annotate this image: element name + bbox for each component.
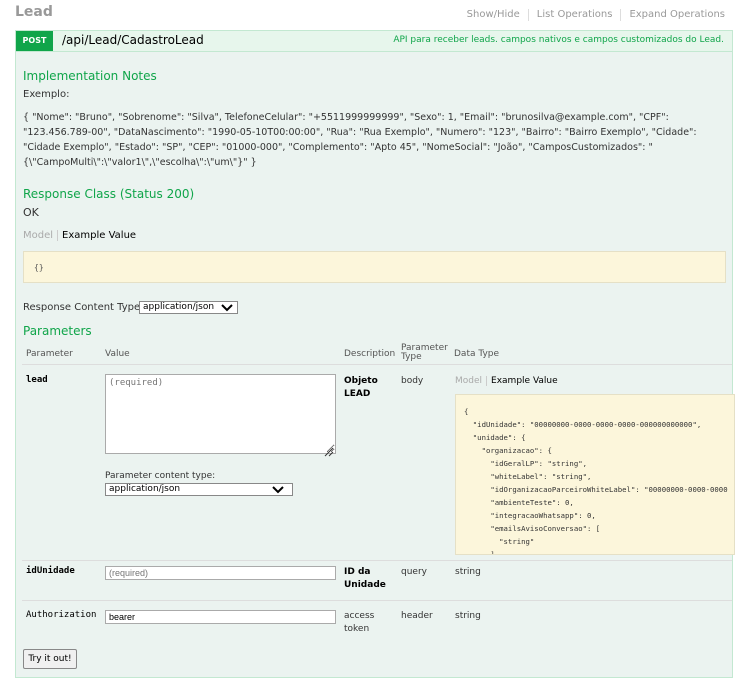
idunidade-input[interactable] <box>105 566 336 580</box>
lead-example-tab[interactable]: Example Value <box>491 376 558 386</box>
lead-param-type: body <box>401 376 424 386</box>
operation-summary[interactable]: API para receber leads. campos nativos e… <box>393 35 724 45</box>
col-data-type: Data Type <box>454 349 500 359</box>
try-it-out-button[interactable]: Try it out! <box>23 649 77 669</box>
resource-header: Lead Show/Hide List Operations Expand Op… <box>0 0 742 30</box>
response-model-tabs: Model Example Value <box>23 230 136 241</box>
response-status-text: OK <box>23 206 39 219</box>
authorization-param-type: header <box>401 611 433 621</box>
resource-links: Show/Hide List Operations Expand Operati… <box>459 9 725 21</box>
response-example-value: {} <box>34 263 44 272</box>
response-content-type-select[interactable]: application/json <box>139 301 238 314</box>
lead-body-textarea[interactable] <box>105 374 336 454</box>
param-content-type-select[interactable]: application/json <box>105 483 293 496</box>
col-value: Value <box>105 349 130 359</box>
param-content-type-label: Parameter content type: <box>105 471 216 481</box>
implementation-notes-heading: Implementation Notes <box>23 69 157 83</box>
col-description: Description <box>344 349 396 359</box>
col-parameter: Parameter <box>26 349 73 359</box>
param-name-lead: lead <box>26 375 48 385</box>
http-method-badge[interactable]: POST <box>16 31 53 51</box>
resize-grip-icon[interactable] <box>324 442 334 457</box>
row-divider <box>22 560 732 561</box>
lead-example-snippet[interactable]: { "idUnidade": "00000000-0000-0000-0000-… <box>455 394 735 555</box>
idunidade-description: ID da Unidade <box>344 567 386 590</box>
row-divider <box>22 600 732 601</box>
param-name-authorization: Authorization <box>26 610 97 620</box>
response-example-tab[interactable]: Example Value <box>62 230 136 241</box>
parameters-heading: Parameters <box>23 324 92 338</box>
table-divider <box>22 364 732 365</box>
param-name-idunidade: idUnidade <box>26 566 75 576</box>
response-class-heading: Response Class (Status 200) <box>23 187 195 201</box>
response-model-tab[interactable]: Model <box>23 230 59 241</box>
list-operations-link[interactable]: List Operations <box>529 9 622 21</box>
resource-title[interactable]: Lead <box>15 4 53 20</box>
authorization-data-type: string <box>455 611 481 621</box>
show-hide-link[interactable]: Show/Hide <box>459 9 529 21</box>
operation-heading[interactable]: POST /api/Lead/CadastroLead API para rec… <box>16 31 732 52</box>
operation-path[interactable]: /api/Lead/CadastroLead <box>62 33 204 47</box>
lead-description: Objeto LEAD <box>344 376 378 399</box>
chevron-down-icon <box>221 302 233 317</box>
lead-model-tabs: Model Example Value <box>455 376 558 386</box>
chevron-down-icon <box>272 484 284 499</box>
col-parameter-type: Parameter Type <box>401 343 448 362</box>
notes-example-json: { "Nome": "Bruno", "Sobrenome": "Silva",… <box>23 112 697 168</box>
authorization-input[interactable] <box>105 610 336 624</box>
operation-panel: POST /api/Lead/CadastroLead API para rec… <box>15 30 735 678</box>
idunidade-data-type: string <box>455 567 481 577</box>
idunidade-param-type: query <box>401 567 427 577</box>
lead-model-tab[interactable]: Model <box>455 376 488 386</box>
notes-intro: Exemplo: <box>23 89 70 100</box>
response-example-snippet: {} <box>23 251 726 283</box>
expand-operations-link[interactable]: Expand Operations <box>621 9 725 21</box>
authorization-description: access token <box>344 611 375 634</box>
response-content-type-label: Response Content Type <box>23 302 141 313</box>
lead-example-json: { "idUnidade": "00000000-0000-0000-0000-… <box>464 407 728 555</box>
